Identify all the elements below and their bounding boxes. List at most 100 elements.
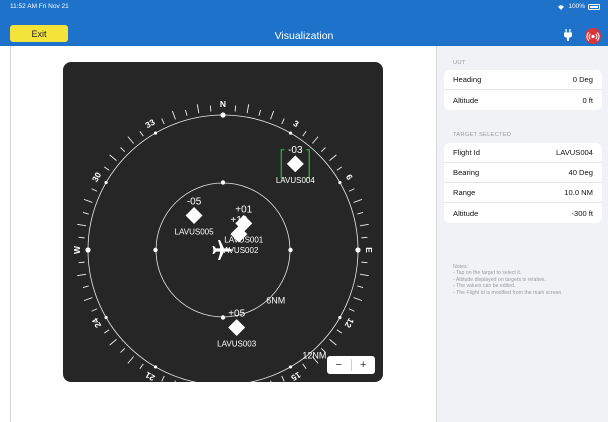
compass-tick (185, 109, 188, 116)
target-lavus003[interactable]: +05 LAVUS003 (217, 309, 257, 349)
compass-tick (281, 375, 285, 382)
status-bar: 11:52 AM Fri Nov 21 100% (0, 0, 608, 14)
zoom-out-button[interactable]: − (327, 356, 351, 374)
compass-label: 24 (90, 316, 104, 329)
range-label: 12NM (302, 351, 326, 361)
compass-label: 6 (344, 172, 355, 181)
compass-label: N (220, 99, 226, 109)
target-range-row[interactable]: Range 10.0 NM (444, 183, 602, 203)
row-label: Altitude (453, 208, 479, 218)
info-panel: UUT Heading 0 Deg Altitude 0 ft TARGET S… (437, 46, 608, 422)
radar-display[interactable]: N36E1215S2124W3033 6NM12NM -03LAVUS004-0… (63, 62, 383, 382)
target-diamond (228, 319, 246, 337)
inner-ring-dot (288, 247, 293, 253)
range-labels: 6NM 12NM (266, 295, 326, 360)
compass-tick (270, 110, 275, 120)
compass-tick (312, 136, 319, 144)
compass-label: 33 (143, 117, 156, 131)
compass-tick (82, 212, 89, 215)
compass-tick (109, 154, 117, 161)
compass-tick (348, 188, 355, 192)
target-diamond (286, 155, 304, 173)
outer-ring-dot (338, 315, 342, 320)
compass-tick (357, 212, 364, 215)
target-bearing-row[interactable]: Bearing 40 Deg (444, 163, 602, 183)
row-label: Heading (453, 75, 482, 84)
compass-tick (353, 198, 363, 203)
compass-label: 21 (143, 370, 156, 382)
compass-tick (120, 147, 126, 153)
target-altitude-label: +05 (228, 309, 245, 320)
row-label: Altitude (453, 95, 479, 105)
compass-tick (348, 308, 355, 312)
target-id-label: LAVUS004 (276, 176, 316, 185)
compass-tick (83, 297, 93, 302)
outer-ring-dot (220, 112, 226, 118)
compass-tick (161, 375, 165, 382)
compass-label: E (364, 247, 374, 253)
compass-tick (103, 329, 110, 334)
target-flight-id-row[interactable]: Flight Id LAVUS004 (444, 143, 602, 163)
status-right: 100% (557, 3, 600, 10)
row-value: 0 ft (582, 95, 593, 105)
compass-label: W (72, 245, 82, 254)
page-title: Visualization (274, 30, 334, 42)
row-value: 40 Deg (568, 168, 594, 177)
status-time: 11:52 AM Fri Nov 21 (10, 3, 69, 10)
compass-tick (336, 329, 343, 334)
compass-tick (77, 223, 87, 227)
target-lavus004[interactable]: -03 LAVUS004 (276, 145, 316, 185)
compass-tick (302, 363, 307, 370)
row-value: 10.0 NM (564, 188, 593, 197)
compass-tick (196, 104, 200, 114)
outer-ring-dot (104, 315, 108, 320)
compass-tick (83, 198, 93, 203)
radar-canvas[interactable]: N36E1215S2124W3033 6NM12NM -03LAVUS004-0… (63, 62, 383, 382)
outer-ring-dot (153, 365, 158, 369)
target-id-label: LAVUS003 (217, 340, 257, 349)
target-altitude-label: +10 (230, 215, 247, 226)
row-label: Bearing (453, 168, 480, 177)
compass-tick (139, 363, 144, 370)
compass-tick (127, 356, 134, 364)
target-group: Flight Id LAVUS004 Bearing 40 Deg Range … (444, 143, 602, 223)
compass-tick (329, 154, 337, 161)
uut-section-title: UUT (453, 60, 466, 66)
compass-tick (127, 136, 134, 144)
uut-altitude-row[interactable]: Altitude 0 ft (444, 90, 602, 110)
row-label: Range (453, 188, 476, 197)
plug-icon[interactable] (563, 29, 573, 41)
alarm-icon[interactable] (585, 28, 601, 44)
compass-tick (359, 273, 369, 277)
compass-tick (174, 380, 176, 382)
compass-tick (161, 118, 165, 125)
nav-bar: Exit Visualization (0, 14, 608, 46)
compass-tick (320, 147, 326, 153)
compass-tick (91, 188, 98, 192)
range-label: 6NM (266, 295, 285, 305)
compass-tick (120, 347, 126, 353)
compass-tick (329, 339, 337, 346)
target-altitude-row[interactable]: Altitude -300 ft (444, 203, 602, 223)
outer-ring-dot (338, 180, 342, 185)
compass-tick (82, 285, 89, 288)
uut-heading-row[interactable]: Heading 0 Deg (444, 70, 602, 90)
outer-ring-dot (355, 247, 361, 253)
target-lavus005[interactable]: -05 LAVUS005 (175, 197, 215, 237)
compass-tick (270, 380, 272, 382)
row-value: LAVUS004 (555, 148, 593, 157)
compass-tick (357, 285, 364, 288)
compass-tick (359, 223, 369, 227)
compass-tick (361, 261, 368, 264)
notes: Notes: - Tap on the target to select it.… (453, 264, 563, 296)
compass-tick (209, 105, 212, 112)
wifi-icon (558, 4, 565, 10)
target-altitude-label: -05 (187, 197, 202, 208)
targets[interactable]: -03LAVUS004-05LAVUS005+01LAVUS001+10LAVU… (175, 145, 316, 349)
compass-tick (78, 236, 85, 239)
zoom-in-button[interactable]: + (352, 356, 376, 374)
compass-tick (281, 118, 285, 125)
inner-ring-dot (220, 180, 226, 185)
outer-ring-dot (153, 131, 158, 135)
compass-tick (171, 110, 176, 120)
